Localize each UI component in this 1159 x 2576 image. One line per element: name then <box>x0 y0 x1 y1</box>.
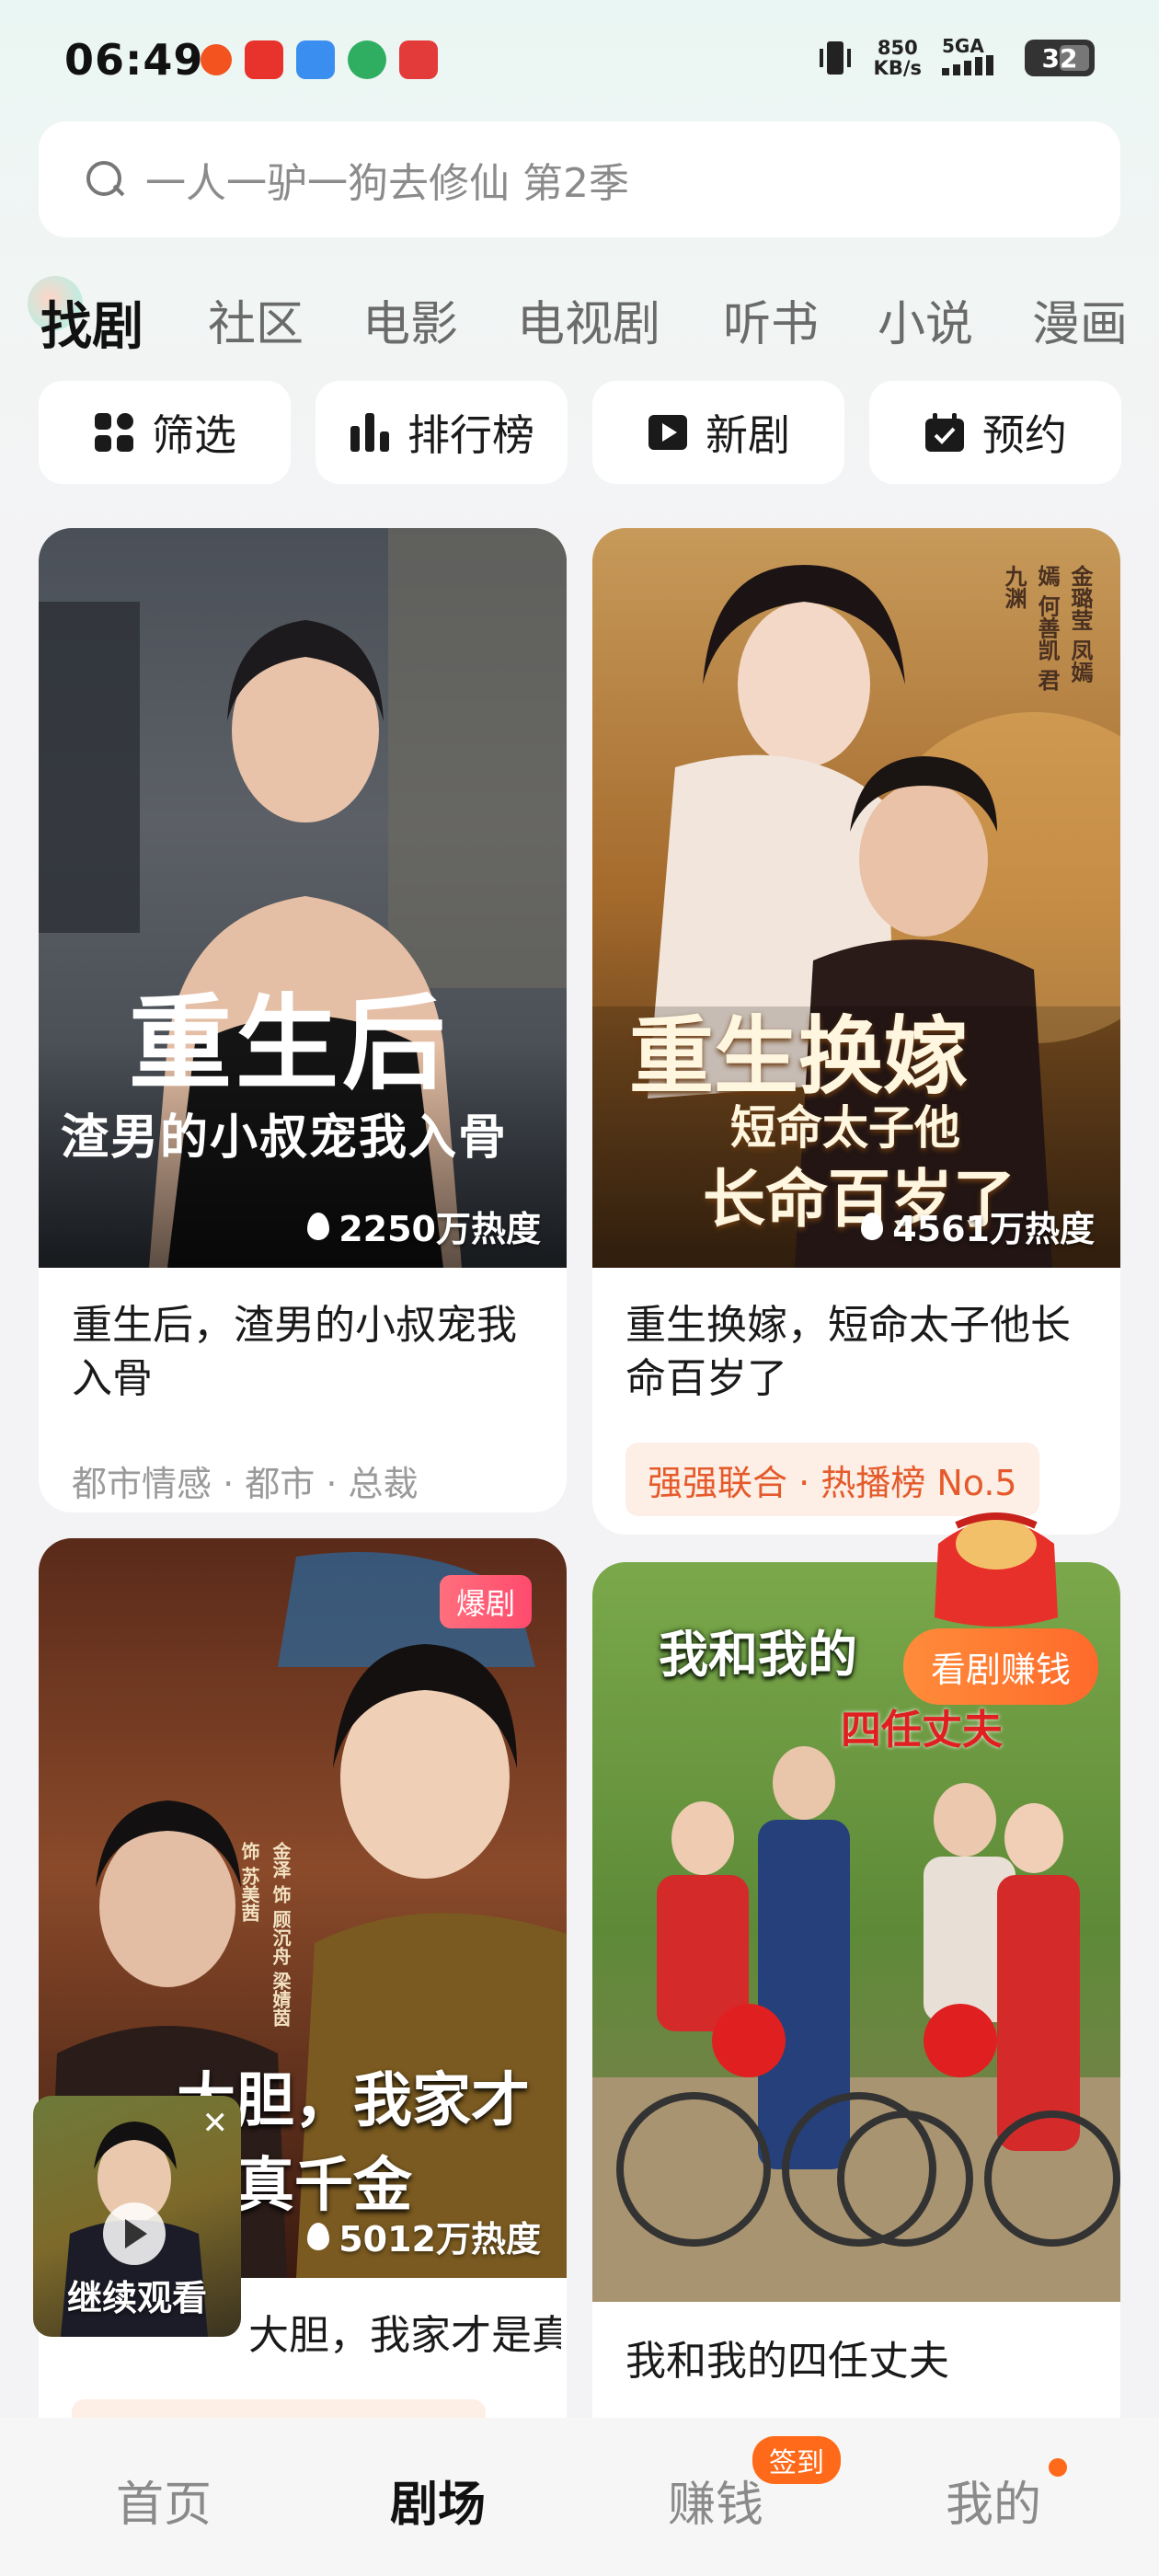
nav-theater[interactable]: 剧场 <box>390 2466 486 2535</box>
tab-novels[interactable]: 小说 <box>878 285 973 354</box>
close-icon[interactable]: ✕ <box>202 2105 229 2142</box>
tab-find-drama[interactable]: 找剧 <box>40 285 143 360</box>
poster-subtitle: 渣男的小叔宠我入骨 <box>61 1110 509 1166</box>
tab-tv-series[interactable]: 电视剧 <box>517 285 660 354</box>
check-in-badge: 签到 <box>752 2436 841 2484</box>
app-notification-icon <box>245 40 283 79</box>
flame-icon <box>307 2222 330 2250</box>
drama-card[interactable]: 爆剧 金泽 饰 顾沉舟 梁婧茵 饰 苏美茜 大胆，我家才是真千金 5012万热度… <box>39 1538 567 2550</box>
drama-card[interactable]: 重生后 渣男的小叔宠我入骨 2250万热度 重生后，渣男的小叔宠我入骨 都市情感… <box>39 528 567 1512</box>
red-packet-icon[interactable] <box>920 1489 1073 1627</box>
status-indicators: 850 KB/s 5GA 32 <box>817 37 1095 79</box>
reservation-button[interactable]: 预约 <box>869 381 1121 484</box>
status-bar: 06:49 850 KB/s 5GA 32 <box>0 0 1159 120</box>
drama-poster: 重生后 渣男的小叔宠我入骨 2250万热度 <box>39 528 567 1268</box>
search-icon <box>85 159 125 200</box>
poster-title: 我和我的 <box>659 1625 857 1684</box>
earn-money-button[interactable]: 看剧赚钱 <box>903 1628 1099 1705</box>
app-notification-icon <box>348 40 386 79</box>
flame-icon <box>861 1212 884 1240</box>
drama-card[interactable]: 我和我的 四任丈夫 我和我的四任丈夫 <box>592 1562 1120 2556</box>
app-notification-icon <box>201 44 232 75</box>
drama-title: 重生后，渣男的小叔宠我入骨 <box>72 1302 517 1402</box>
drama-card[interactable]: 金璐莹 凤嫣嫣 何善凯 君九渊 重生换嫁 短命太子他 长命百岁了 4561万热度… <box>592 528 1120 1535</box>
notification-dot <box>1049 2458 1067 2477</box>
poster-cast: 金璐莹 凤嫣嫣 何善凯 君九渊 <box>1001 565 1094 691</box>
ranking-button[interactable]: 排行榜 <box>316 381 568 484</box>
notification-icons <box>201 40 438 79</box>
clock: 06:49 <box>64 35 204 85</box>
tab-comics[interactable]: 漫画 <box>1032 285 1128 354</box>
battery-indicator: 32 <box>1025 40 1095 76</box>
poster-cast: 金泽 饰 顾沉舟 梁婧茵 饰 苏美茜 <box>238 1842 292 2027</box>
grid-icon <box>95 413 133 452</box>
nav-earn[interactable]: 赚钱 <box>668 2466 763 2535</box>
heat-indicator: 4561万热度 <box>861 1201 1095 1251</box>
nav-profile[interactable]: 我的 <box>946 2466 1041 2535</box>
network-speed: 850 KB/s <box>873 37 922 79</box>
poster-subtitle: 四任丈夫 <box>841 1707 1003 1754</box>
category-tabs: 找剧 社区 电影 电视剧 听书 小说 漫画 <box>0 276 1159 368</box>
tab-community[interactable]: 社区 <box>208 285 304 354</box>
continue-watching-player[interactable]: ✕ 继续观看 <box>33 2096 241 2337</box>
drama-title: 重生换嫁，短命太子他长命百岁了 <box>625 1302 1071 1402</box>
drama-title: 我和我的四任丈夫 <box>625 2338 949 2385</box>
drama-title: 大胆，我家才是真千金 <box>248 2312 561 2359</box>
search-bar[interactable]: 一人一驴一狗去修仙 第2季 <box>39 121 1120 237</box>
poster-title: 重生后 <box>129 983 449 1104</box>
tab-movies[interactable]: 电影 <box>362 285 458 354</box>
drama-genres: 都市情感 · 都市 · 总裁 <box>72 1464 419 1504</box>
app-notification-icon <box>399 40 438 79</box>
bar-chart-icon <box>350 413 389 452</box>
hot-badge: 爆剧 <box>439 1575 532 1628</box>
bottom-navigation: 首页 剧场 赚钱 签到 我的 <box>0 2418 1159 2576</box>
filter-button[interactable]: 筛选 <box>39 381 291 484</box>
tab-audiobooks[interactable]: 听书 <box>723 285 819 354</box>
signal-indicator: 5GA <box>942 37 1004 79</box>
signal-bars-icon <box>942 55 993 75</box>
app-notification-icon <box>296 40 335 79</box>
nav-home[interactable]: 首页 <box>116 2466 212 2535</box>
continue-watching-label: 继续观看 <box>66 2278 207 2318</box>
calendar-check-icon <box>925 413 964 452</box>
play-icon <box>648 415 687 450</box>
search-placeholder: 一人一驴一狗去修仙 第2季 <box>145 160 629 207</box>
vibrate-icon <box>819 41 851 75</box>
heat-indicator: 2250万热度 <box>307 1201 541 1251</box>
drama-poster: 金璐莹 凤嫣嫣 何善凯 君九渊 重生换嫁 短命太子他 长命百岁了 4561万热度 <box>592 528 1120 1268</box>
heat-indicator: 5012万热度 <box>307 2211 541 2261</box>
new-drama-button[interactable]: 新剧 <box>592 381 844 484</box>
flame-icon <box>307 1212 330 1240</box>
